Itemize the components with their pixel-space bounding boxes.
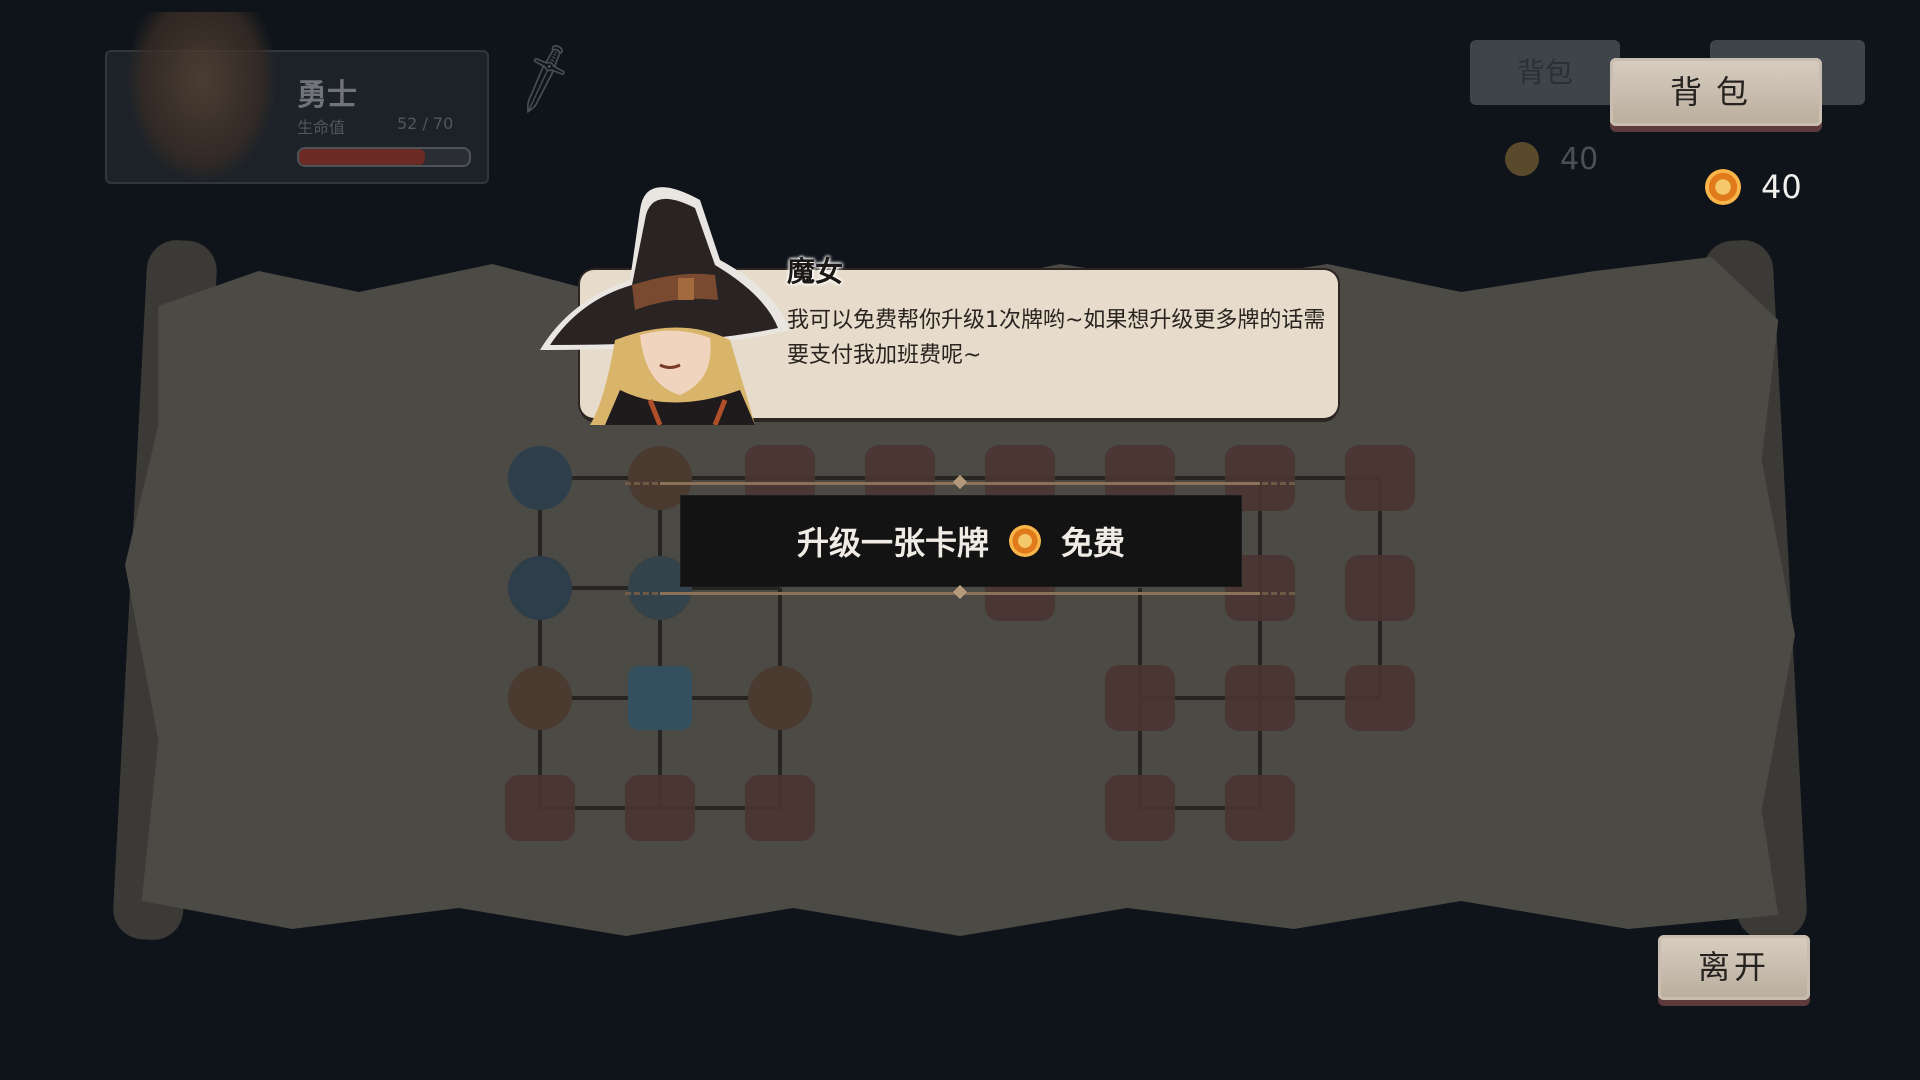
trophy-node-icon [508, 556, 572, 620]
map-node [625, 775, 695, 841]
map-node [745, 775, 815, 841]
hero-hp-bar-fill [299, 149, 425, 165]
hero-name: 勇士 [297, 78, 357, 113]
upgrade-cost: 免费 [1061, 524, 1126, 562]
hero-hp-label: 生命值 [297, 118, 346, 137]
upgrade-card-option[interactable]: 升级一张卡牌 免费 [680, 495, 1242, 587]
map-node [1345, 555, 1415, 621]
leave-button[interactable]: 离开 [1658, 935, 1810, 1000]
background-gold-count: 40 [1560, 142, 1599, 177]
hero-hp-bar [297, 147, 471, 167]
map-node [1105, 775, 1175, 841]
map-node [1225, 665, 1295, 731]
map-node [1225, 775, 1295, 841]
hero-hp-value: 52 / 70 [397, 114, 454, 133]
campfire-node-icon [748, 666, 812, 730]
shop-node-icon [628, 666, 692, 730]
map-node [1105, 665, 1175, 731]
witch-portrait [540, 187, 790, 425]
dialog-text: 我可以免费帮你升级1次牌哟~如果想升级更多牌的话需要支付我加班费呢~ [787, 308, 1326, 368]
event-node-icon [508, 446, 572, 510]
bag-button[interactable]: 背包 [1610, 58, 1822, 126]
background-bag-button: 背包 [1470, 40, 1620, 105]
background-coin-icon [1505, 142, 1539, 176]
map-node [505, 775, 575, 841]
gold-count: 40 [1761, 168, 1802, 206]
hero-portrait [127, 12, 277, 182]
coin-icon [1009, 525, 1041, 557]
hero-status-panel: 勇士 生命值 52 / 70 [105, 12, 489, 184]
coin-icon [1705, 169, 1741, 205]
game-stage: 勇士 生命值 52 / 70 🗡 背包 40 魔女 我可以免费帮你升级1次牌哟~… [0, 0, 1920, 1080]
speaker-name: 魔女 [787, 255, 844, 288]
upgrade-card-label: 升级一张卡牌 [796, 524, 989, 562]
gold-display: 40 [1705, 168, 1802, 206]
map-node [1345, 445, 1415, 511]
map-node [1345, 665, 1415, 731]
battle-node-icon [508, 666, 572, 730]
